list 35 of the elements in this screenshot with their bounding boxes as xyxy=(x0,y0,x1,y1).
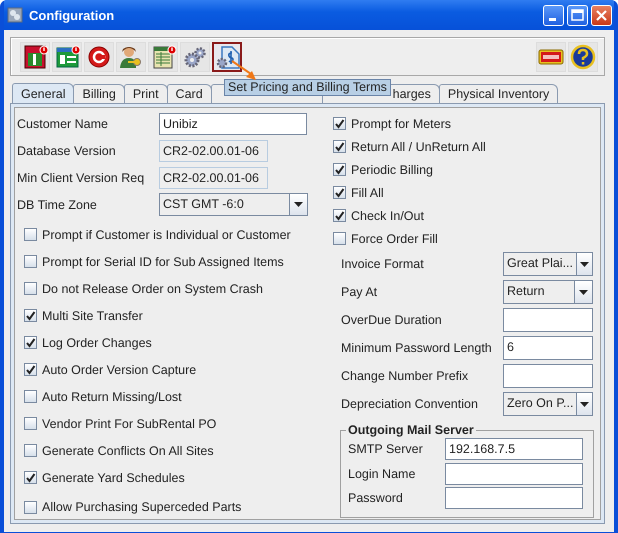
readonly-field: CR2-02.00.01-06 xyxy=(159,140,268,162)
window-title: Configuration xyxy=(29,8,116,22)
field-label: Depreciation Convention xyxy=(341,397,479,411)
checkbox-label: Return All / UnReturn All xyxy=(351,140,486,154)
checkbox-label: Generate Yard Schedules xyxy=(42,470,185,484)
field-label: DB Time Zone xyxy=(17,198,98,212)
field-label: SMTP Server xyxy=(348,442,424,456)
checkbox-label: Vendor Print For SubRental PO xyxy=(42,416,216,430)
field-label: Password xyxy=(348,491,404,506)
field-label: Change Number Prefix xyxy=(341,369,470,383)
tooltip: Set Pricing and Billing Terms xyxy=(224,79,391,96)
field-label: Pay At xyxy=(341,285,378,299)
checkbox-label: Check In/Out xyxy=(351,208,424,222)
checkbox-label: Prompt for Serial ID for Sub Assigned Items xyxy=(42,254,284,268)
checkbox-label: Log Order Changes xyxy=(42,336,152,350)
field-label: Login Name xyxy=(348,466,416,481)
field-label: Customer Name xyxy=(17,116,109,130)
field-label: Invoice Format xyxy=(341,257,425,271)
checkbox-label: Multi Site Transfer xyxy=(42,308,143,322)
checkbox-label: Force Order Fill xyxy=(351,232,438,246)
checkbox-label: Allow Purchasing Superceded Parts xyxy=(42,500,242,514)
field-label: Min Client Version Req xyxy=(17,170,146,184)
checkbox-label: Do not Release Order on System Crash xyxy=(42,282,263,296)
group-title: Outgoing Mail Server xyxy=(347,423,475,437)
checkbox-label: Prompt if Customer is Individual or Customer xyxy=(42,228,291,242)
checkbox-label: Periodic Billing xyxy=(351,162,433,176)
checkbox-label: Generate Conflicts On All Sites xyxy=(42,444,214,458)
field-label: OverDue Duration xyxy=(341,313,443,327)
checkbox-label: Prompt for Meters xyxy=(351,116,452,130)
field-label: Database Version xyxy=(17,144,117,158)
field-label: Minimum Password Length xyxy=(341,341,493,355)
checkbox-label: Fill All xyxy=(351,186,384,200)
checkbox-label: Auto Order Version Capture xyxy=(42,362,196,376)
readonly-field: CR2-02.00.01-06 xyxy=(159,166,268,188)
checkbox-label: Auto Return Missing/Lost xyxy=(42,390,182,404)
